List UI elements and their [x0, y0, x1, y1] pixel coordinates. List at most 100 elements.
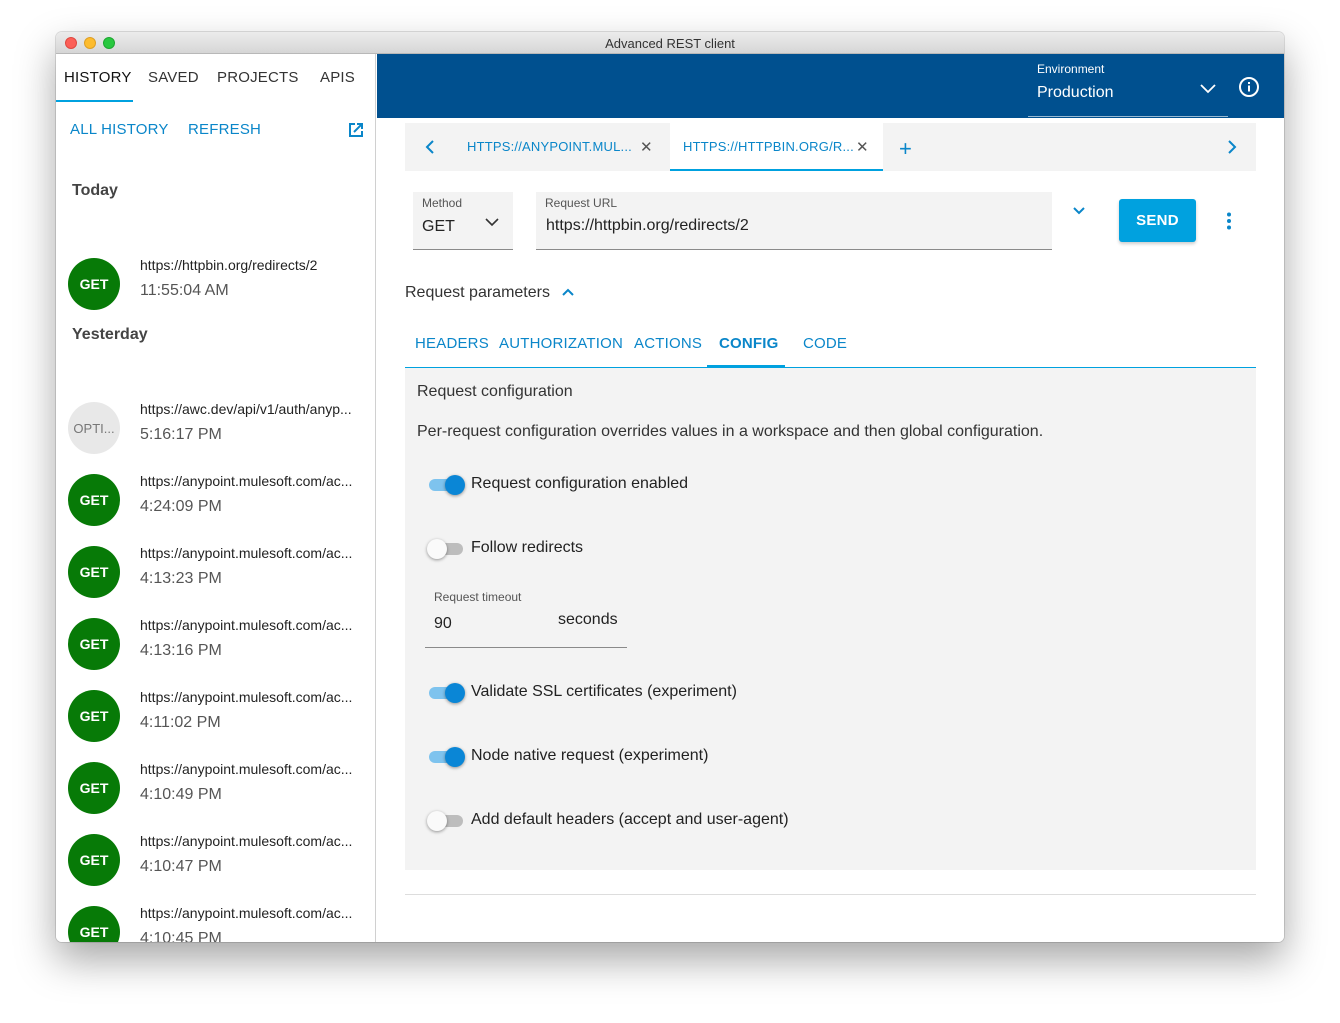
method-badge: GET	[68, 762, 120, 814]
chevron-down-icon[interactable]	[1072, 206, 1086, 216]
toggle-validate-ssl[interactable]	[427, 682, 467, 704]
environment-value: Production	[1037, 84, 1114, 101]
environment-label: Environment	[1037, 62, 1105, 76]
open-in-new-icon[interactable]	[346, 120, 366, 140]
sidebar-tabs: HISTORY SAVED PROJECTS APIS	[56, 54, 375, 104]
tab-actions[interactable]: ACTIONS	[634, 335, 702, 352]
history-item[interactable]: GET https://anypoint.mulesoft.com/ac... …	[56, 761, 375, 828]
sidebar: HISTORY SAVED PROJECTS APIS ALL HISTORY …	[56, 54, 376, 942]
history-item[interactable]: GET https://anypoint.mulesoft.com/ac... …	[56, 689, 375, 756]
method-badge: GET	[68, 546, 120, 598]
timeout-label: Request timeout	[434, 590, 522, 604]
close-icon[interactable]: ✕	[856, 138, 869, 156]
history-item[interactable]: GET https://anypoint.mulesoft.com/ac... …	[56, 617, 375, 684]
toggle-default-headers[interactable]	[427, 810, 467, 832]
method-badge: GET	[68, 258, 120, 310]
tab-authorization[interactable]: AUTHORIZATION	[499, 335, 623, 352]
tab-config[interactable]: CONFIG	[719, 335, 779, 352]
environment-selector[interactable]: Environment Production	[1028, 54, 1228, 117]
all-history-button[interactable]: ALL HISTORY	[70, 121, 169, 138]
tab-projects[interactable]: PROJECTS	[217, 69, 299, 86]
toggle-request-config-enabled[interactable]	[427, 474, 467, 496]
info-icon[interactable]	[1238, 76, 1260, 98]
method-badge: GET	[68, 906, 120, 942]
history-url: https://anypoint.mulesoft.com/ac...	[140, 473, 353, 489]
method-select[interactable]: Method GET	[413, 192, 513, 250]
group-label-today: Today	[72, 182, 118, 199]
toggle-follow-redirects[interactable]	[427, 538, 467, 560]
window-title: Advanced REST client	[605, 36, 735, 51]
tab-history[interactable]: HISTORY	[64, 69, 132, 86]
chevron-down-icon	[1200, 84, 1216, 94]
close-icon[interactable]: ✕	[640, 138, 653, 156]
history-url: https://anypoint.mulesoft.com/ac...	[140, 689, 353, 705]
refresh-button[interactable]: REFRESH	[188, 121, 261, 138]
chevron-up-icon[interactable]	[561, 287, 575, 297]
history-item[interactable]: GET https://anypoint.mulesoft.com/ac... …	[56, 833, 375, 900]
main-panel: Environment Production HTTPS://ANYPOINT.…	[377, 54, 1284, 942]
history-time: 4:10:47 PM	[140, 858, 222, 875]
history-time: 4:10:49 PM	[140, 786, 222, 803]
request-tab-label: HTTPS://ANYPOINT.MUL...	[467, 139, 632, 154]
history-url: https://anypoint.mulesoft.com/ac...	[140, 833, 353, 849]
toggle-label: Node native request (experiment)	[471, 747, 709, 764]
add-icon[interactable]: +	[899, 136, 912, 162]
tab-headers[interactable]: HEADERS	[415, 335, 489, 352]
request-tab-label: HTTPS://HTTPBIN.ORG/R...	[683, 139, 854, 154]
history-time: 4:24:09 PM	[140, 498, 222, 515]
method-badge: GET	[68, 690, 120, 742]
history-url: https://anypoint.mulesoft.com/ac...	[140, 545, 353, 561]
divider	[405, 894, 1256, 895]
history-item[interactable]: GET https://anypoint.mulesoft.com/ac... …	[56, 905, 375, 942]
timeout-value: 90	[434, 615, 452, 632]
app-window: Advanced REST client HISTORY SAVED PROJE…	[56, 32, 1284, 942]
toggle-label: Add default headers (accept and user-age…	[471, 811, 789, 828]
method-value: GET	[422, 218, 455, 235]
tab-apis[interactable]: APIS	[320, 69, 355, 86]
history-url: https://httpbin.org/redirects/2	[140, 257, 318, 273]
method-badge: OPTI...	[68, 402, 120, 454]
method-badge: GET	[68, 834, 120, 886]
toggle-label: Request configuration enabled	[471, 475, 689, 492]
config-description: Per-request configuration overrides valu…	[417, 423, 1044, 440]
group-label-yesterday: Yesterday	[72, 326, 148, 343]
tab-code[interactable]: CODE	[803, 335, 847, 352]
toggle-label: Validate SSL certificates (experiment)	[471, 683, 737, 700]
request-tabs: HTTPS://ANYPOINT.MUL... ✕ HTTPS://HTTPBI…	[405, 123, 1256, 171]
history-item[interactable]: GET https://httpbin.org/redirects/2 11:5…	[56, 257, 375, 324]
request-parameters-label: Request parameters	[405, 284, 550, 301]
request-tab[interactable]: HTTPS://ANYPOINT.MUL... ✕	[457, 123, 663, 171]
title-bar: Advanced REST client	[56, 32, 1284, 54]
config-title: Request configuration	[417, 383, 573, 400]
request-tab-active[interactable]: HTTPS://HTTPBIN.ORG/R... ✕	[670, 123, 883, 171]
history-time: 4:13:16 PM	[140, 642, 222, 659]
more-vert-icon[interactable]	[1225, 212, 1233, 230]
history-time: 11:55:04 AM	[140, 282, 229, 299]
toggle-label: Follow redirects	[471, 539, 584, 556]
history-url: https://awc.dev/api/v1/auth/anyp...	[140, 401, 352, 417]
active-tab-indicator	[56, 100, 133, 102]
chevron-left-icon[interactable]	[423, 139, 437, 155]
history-item[interactable]: GET https://anypoint.mulesoft.com/ac... …	[56, 545, 375, 612]
send-button[interactable]: SEND	[1119, 199, 1196, 242]
config-panel: Request configuration Per-request config…	[405, 367, 1256, 870]
history-item[interactable]: GET https://anypoint.mulesoft.com/ac... …	[56, 473, 375, 540]
method-badge: GET	[68, 474, 120, 526]
tab-saved[interactable]: SAVED	[148, 69, 199, 86]
method-label: Method	[422, 196, 463, 210]
history-time: 4:13:23 PM	[140, 570, 222, 587]
history-item[interactable]: OPTI... https://awc.dev/api/v1/auth/anyp…	[56, 401, 375, 468]
history-url: https://anypoint.mulesoft.com/ac...	[140, 761, 353, 777]
timeout-suffix: seconds	[558, 611, 618, 628]
toggle-node-native-request[interactable]	[427, 746, 467, 768]
url-input[interactable]: Request URL https://httpbin.org/redirect…	[536, 192, 1052, 250]
history-url: https://anypoint.mulesoft.com/ac...	[140, 905, 353, 921]
history-url: https://anypoint.mulesoft.com/ac...	[140, 617, 353, 633]
method-badge: GET	[68, 618, 120, 670]
url-value: https://httpbin.org/redirects/2	[546, 217, 749, 234]
history-time: 4:11:02 PM	[140, 714, 221, 731]
history-time: 4:10:45 PM	[140, 930, 222, 942]
chevron-right-icon[interactable]	[1225, 139, 1239, 155]
url-label: Request URL	[545, 196, 618, 210]
request-timeout-field[interactable]: Request timeout 90 seconds	[425, 586, 627, 648]
